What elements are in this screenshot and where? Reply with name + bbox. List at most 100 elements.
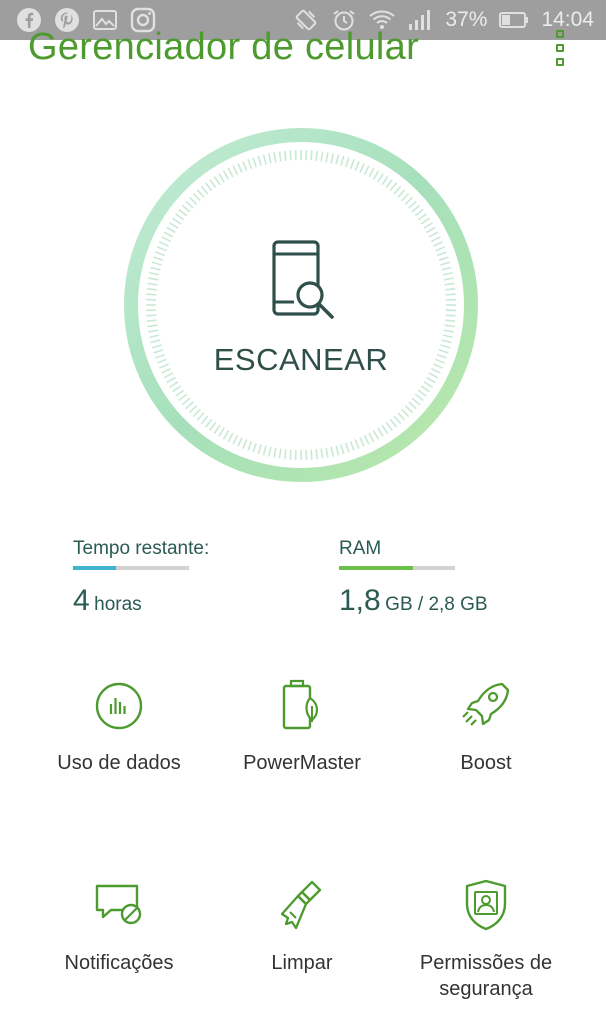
menu-dot-icon: [556, 58, 564, 66]
tool-clean[interactable]: Limpar: [207, 876, 397, 976]
tool-label: Limpar: [271, 952, 333, 974]
dial-tick: [267, 153, 272, 164]
dial-tick: [423, 381, 433, 388]
dial-tick: [172, 385, 182, 393]
battery-leaf-icon: [282, 679, 319, 730]
dial-tick: [232, 434, 239, 445]
dial-tick: [393, 415, 402, 425]
dial-tick: [196, 189, 205, 198]
battery-percentage: 37%: [445, 8, 488, 31]
tool-label: PowerMaster: [243, 752, 361, 774]
dial-tick: [397, 189, 406, 198]
dial-tick: [325, 152, 329, 163]
dial-tick: [155, 251, 166, 257]
dial-tick: [247, 440, 253, 451]
dial-tick: [148, 277, 159, 281]
dial-tick: [354, 439, 360, 450]
dial-tick: [445, 288, 456, 291]
dial-tick: [381, 176, 389, 186]
dial-tick: [227, 432, 234, 443]
time-remaining-stat: Tempo restante: 4 horas: [73, 538, 209, 618]
dial-tick: [267, 446, 272, 457]
dial-tick: [262, 445, 267, 456]
broom-icon: [280, 880, 322, 930]
dial-tick: [278, 448, 282, 459]
dial-tick: [440, 261, 451, 266]
dial-tick: [196, 412, 205, 421]
dial-tick: [428, 231, 439, 238]
dial-tick: [257, 155, 262, 166]
data-usage-icon: [95, 682, 143, 730]
dial-tick: [242, 160, 248, 171]
dial-tick: [372, 430, 380, 440]
dial-tick: [200, 185, 209, 195]
dial-tick: [200, 415, 209, 425]
time-remaining-number: 4: [73, 584, 90, 617]
dial-tick: [330, 153, 335, 164]
dial-tick: [315, 449, 318, 460]
dial-tick: [381, 424, 389, 434]
dial-tick: [247, 159, 253, 170]
dial-tick: [445, 314, 456, 317]
dial-tick: [430, 236, 441, 243]
dial-tick: [426, 226, 436, 234]
dial-tick: [232, 165, 239, 176]
dial-tick: [349, 440, 355, 451]
dial-tick: [389, 182, 398, 192]
dial-tick: [445, 293, 456, 296]
dial-tick: [443, 277, 454, 281]
tool-label: Boost: [460, 752, 512, 774]
dial-tick: [172, 217, 182, 225]
overflow-menu-button[interactable]: [552, 30, 568, 66]
dial-tick: [146, 288, 157, 291]
dial-tick: [218, 173, 225, 183]
tool-data-usage[interactable]: Uso de dados: [24, 676, 214, 776]
ram-used-number: 1,8: [339, 584, 381, 617]
dial-tick: [335, 445, 340, 456]
time-remaining-bar: [73, 566, 189, 570]
dial-tick: [147, 282, 158, 286]
shield-user-icon: [465, 879, 507, 931]
dial-tick: [222, 430, 230, 440]
dial-tick: [262, 154, 267, 165]
dial-tick: [237, 163, 243, 173]
dial-tick: [411, 204, 421, 213]
dial-tick: [315, 150, 318, 161]
dial-tick: [433, 241, 443, 247]
ram-bar: [339, 566, 455, 570]
dial-tick: [273, 152, 277, 163]
dial-tick: [284, 150, 287, 161]
dial-tick: [368, 432, 375, 443]
page-title: Gerenciador de celular: [28, 26, 420, 68]
dial-tick: [426, 376, 436, 384]
tool-security-permissions[interactable]: Permissões de segurança: [391, 876, 581, 1002]
dial-tick: [178, 208, 188, 217]
tool-boost[interactable]: Boost: [391, 676, 581, 776]
dial-tick: [284, 449, 287, 460]
dial-tick: [242, 439, 248, 450]
dial-tick: [310, 150, 313, 161]
dial-tick: [359, 163, 365, 173]
phone-search-icon: [272, 240, 334, 319]
tool-powermaster[interactable]: PowerMaster: [207, 676, 397, 776]
dial-tick: [363, 165, 370, 176]
dial-tick: [385, 179, 393, 189]
dial-tick: [414, 208, 424, 217]
ram-label: RAM: [339, 538, 382, 559]
dial-tick: [401, 192, 410, 202]
dial-tick: [289, 150, 292, 161]
dial-tick: [345, 157, 350, 168]
tool-notifications[interactable]: Notificações: [24, 876, 214, 976]
dial-tick: [169, 381, 179, 388]
dial-tick: [442, 334, 453, 339]
dial-tick: [444, 324, 455, 328]
dial-tick: [278, 151, 282, 162]
dial-tick: [175, 389, 185, 397]
battery-icon: [499, 7, 529, 33]
dial-tick: [420, 385, 430, 393]
time-remaining-value: 4 horas: [73, 584, 189, 618]
dial-tick: [166, 376, 176, 384]
tool-label: Uso de dados: [57, 752, 181, 774]
dial-tick: [252, 442, 257, 453]
menu-dot-icon: [556, 30, 564, 38]
